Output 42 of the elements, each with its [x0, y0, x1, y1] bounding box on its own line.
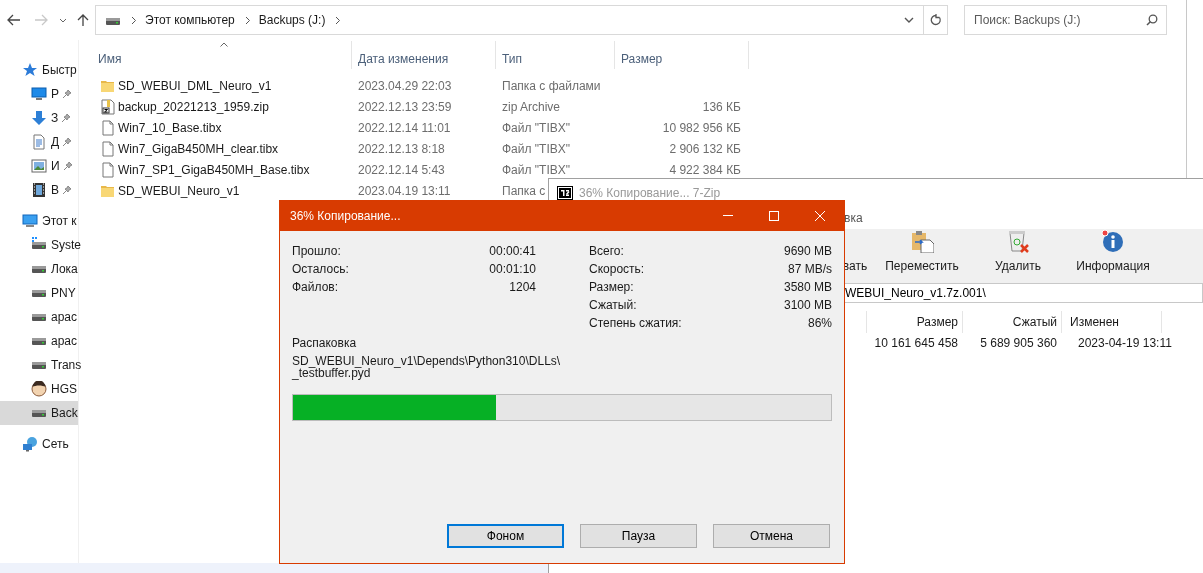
stat-value: 1204 [509, 279, 536, 296]
file-path: _testbuffer.pyd [292, 367, 371, 379]
type-cell: Файл "TIBX" [502, 162, 571, 177]
table-cell-text: 10 161 645 458 [874, 335, 958, 352]
stat-label: Файлов: [292, 279, 339, 296]
stat-label: Осталось: [292, 261, 349, 278]
window-title: 36% Копирование... 7-Zip [579, 185, 721, 202]
type-cell: Файл "TIBX" [502, 141, 571, 156]
file-name: Win7_10_Base.tibx [118, 119, 222, 137]
file-name: backup_20221213_1959.zip [118, 98, 269, 116]
date-cell: 2022.12.14 5:43 [358, 162, 445, 177]
stat-label: Скорость: [589, 261, 645, 278]
type-cell: zip Archive [502, 99, 561, 114]
stat-value: 9690 MB [783, 243, 832, 260]
size-cell-text: 2 906 132 КБ [669, 140, 741, 158]
stat-label: Прошло: [292, 243, 341, 260]
type-cell: Папка с файлами [502, 78, 601, 93]
date-cell: 2022.12.13 23:59 [358, 99, 452, 114]
stat-label: Всего: [589, 243, 624, 260]
table-cell-text: 2023-04-19 13:11 [1077, 335, 1172, 352]
date-cell: 2023.04.29 22:03 [358, 78, 452, 93]
file-name: SD_WEBUI_Neuro_v1 [118, 182, 240, 200]
stat-value: 86% [807, 315, 832, 332]
stat-value: 00:01:10 [489, 261, 536, 278]
size-cell-text: 4 922 384 КБ [669, 161, 741, 179]
size-cell-text: 136 КБ [702, 98, 741, 116]
stat-label: Степень сжатия: [589, 315, 682, 332]
date-cell: 2022.12.13 8:18 [358, 141, 445, 156]
stat-value: 00:00:41 [489, 243, 536, 260]
type-cell: Папка с [502, 183, 546, 198]
operation-label: Распаковка [292, 335, 358, 352]
stat-value: 87 MB/s [788, 261, 832, 278]
file-name: SD_WEBUI_DML_Neuro_v1 [118, 77, 272, 95]
date-cell: 2023.04.19 13:11 [358, 183, 451, 198]
table-cell-text: 5 689 905 360 [980, 335, 1057, 352]
window-title: 36% Копирование... [290, 208, 402, 225]
file-path: SD_WEBUI_Neuro_v1\Depends\Python310\DLLs\ [292, 355, 561, 367]
file-name: Win7_GigaB450MH_clear.tibx [118, 140, 279, 158]
date-cell: 2022.12.14 11:01 [358, 120, 451, 135]
file-name: Win7_SP1_GigaB450MH_Base.tibx [118, 161, 310, 179]
size-cell-text: 10 982 956 КБ [662, 119, 741, 137]
type-cell: Файл "TIBX" [502, 120, 571, 135]
